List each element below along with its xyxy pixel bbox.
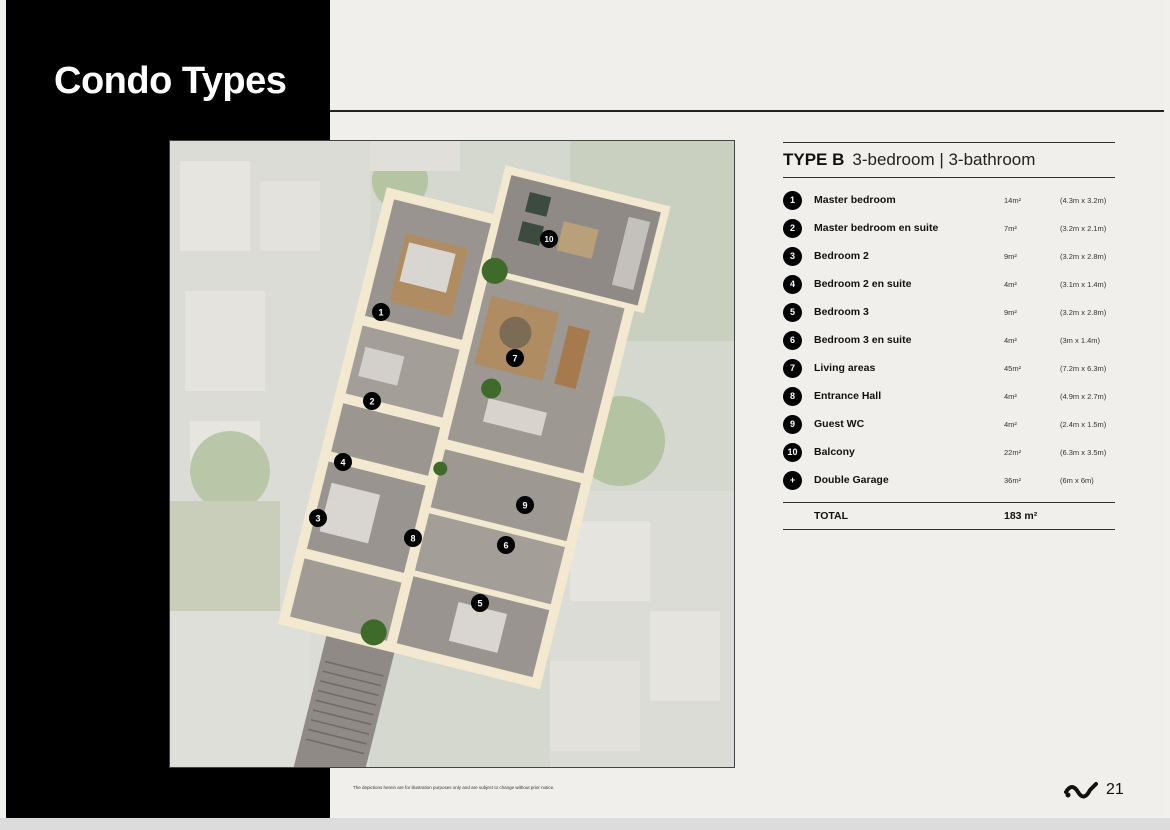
svg-text:8: 8 bbox=[410, 534, 415, 544]
room-list: 1 Master bedroom 14m² (4.3m x 3.2m) 2 Master… bbox=[783, 178, 1115, 494]
room-dimensions: (2.4m x 1.5m) bbox=[1060, 419, 1107, 429]
room-dimensions: (6.3m x 3.5m) bbox=[1060, 447, 1107, 457]
room-name: Bedroom 2 en suite bbox=[814, 278, 912, 290]
disclaimer-text: The depictions herein are for illustrati… bbox=[353, 785, 555, 790]
room-number-badge: 3 bbox=[783, 246, 802, 266]
total-row: TOTAL 183 m² bbox=[783, 503, 1115, 529]
floor-plan-image: 1 2 3 4 5 6 7 8 9 10 bbox=[169, 140, 735, 768]
room-number-badge: 4 bbox=[783, 274, 802, 294]
room-name: Bedroom 3 bbox=[814, 306, 869, 318]
svg-text:1: 1 bbox=[378, 308, 383, 318]
room-dimensions: (7.2m x 6.3m) bbox=[1060, 363, 1107, 373]
room-row: 10 Balcony 22m² (6.3m x 3.5m) bbox=[783, 438, 1115, 466]
room-row: 4 Bedroom 2 en suite 4m² (3.1m x 1.4m) bbox=[783, 270, 1115, 298]
room-number-badge: 1 bbox=[783, 190, 802, 210]
svg-text:10: 10 bbox=[545, 235, 554, 244]
header-rule bbox=[330, 110, 1164, 112]
room-row: 2 Master bedroom en suite 7m² (3.2m x 2.1m) bbox=[783, 214, 1115, 242]
page-title: Condo Types bbox=[54, 60, 287, 102]
room-area: 4m² bbox=[1004, 391, 1017, 401]
svg-text:6: 6 bbox=[503, 541, 508, 551]
bottom-strip bbox=[0, 818, 1170, 830]
room-marker: 4 bbox=[334, 453, 352, 471]
svg-text:3: 3 bbox=[315, 514, 320, 524]
room-marker: 2 bbox=[363, 392, 381, 410]
room-number-badge: 5 bbox=[783, 302, 802, 322]
page: Condo Types 1 2 3 4 5 6 7 8 9 10 TYPE B … bbox=[6, 0, 1164, 818]
room-area: 22m² bbox=[1004, 447, 1022, 457]
room-dimensions: (4.3m x 3.2m) bbox=[1060, 195, 1107, 205]
room-marker: 1 bbox=[372, 303, 390, 321]
room-marker: 6 bbox=[497, 536, 515, 554]
page-number: 21 bbox=[1106, 781, 1124, 798]
room-dimensions: (3.2m x 2.8m) bbox=[1060, 251, 1107, 261]
room-row: 6 Bedroom 3 en suite 4m² (3m x 1.4m) bbox=[783, 326, 1115, 354]
room-area: 7m² bbox=[1004, 223, 1017, 233]
total-value: 183 m² bbox=[1004, 510, 1038, 522]
room-row: 3 Bedroom 2 9m² (3.2m x 2.8m) bbox=[783, 242, 1115, 270]
svg-text:4: 4 bbox=[340, 458, 345, 468]
room-row: 7 Living areas 45m² (7.2m x 6.3m) bbox=[783, 354, 1115, 382]
room-area: 45m² bbox=[1004, 363, 1022, 373]
svg-text:5: 5 bbox=[477, 599, 482, 609]
room-marker: 7 bbox=[506, 349, 524, 367]
room-name: Balcony bbox=[814, 446, 855, 458]
room-area: 4m² bbox=[1004, 279, 1017, 289]
room-area: 9m² bbox=[1004, 251, 1017, 261]
room-row: 9 Guest WC 4m² (2.4m x 1.5m) bbox=[783, 410, 1115, 438]
room-number-badge: 6 bbox=[783, 330, 802, 350]
room-name: Bedroom 3 en suite bbox=[814, 334, 912, 346]
room-marker: 3 bbox=[309, 509, 327, 527]
svg-text:2: 2 bbox=[369, 397, 374, 407]
room-dimensions: (3.2m x 2.1m) bbox=[1060, 223, 1107, 233]
svg-text:9: 9 bbox=[522, 501, 527, 511]
room-row: 1 Master bedroom 14m² (4.3m x 3.2m) bbox=[783, 186, 1115, 214]
room-area: 4m² bbox=[1004, 419, 1017, 429]
room-dimensions: (4.9m x 2.7m) bbox=[1060, 391, 1107, 401]
room-number-badge: 10 bbox=[783, 442, 802, 462]
room-name: Double Garage bbox=[814, 474, 889, 486]
schedule-header: TYPE B 3-bedroom | 3-bathroom bbox=[783, 143, 1115, 177]
room-name: Bedroom 2 bbox=[814, 250, 869, 262]
room-dimensions: (6m x 6m) bbox=[1060, 475, 1094, 485]
room-row: 8 Entrance Hall 4m² (4.9m x 2.7m) bbox=[783, 382, 1115, 410]
room-marker: 5 bbox=[471, 594, 489, 612]
room-dimensions: (3.1m x 1.4m) bbox=[1060, 279, 1107, 289]
room-area: 14m² bbox=[1004, 195, 1022, 205]
room-name: Living areas bbox=[814, 362, 876, 374]
condo-type-label: TYPE B bbox=[783, 150, 845, 169]
room-marker: 10 bbox=[540, 230, 558, 248]
room-area: 9m² bbox=[1004, 307, 1017, 317]
total-label: TOTAL bbox=[814, 510, 849, 522]
room-schedule: TYPE B 3-bedroom | 3-bathroom 1 Master be… bbox=[783, 142, 1115, 530]
room-name: Master bedroom bbox=[814, 194, 896, 206]
room-number-badge: + bbox=[783, 470, 802, 490]
brand-logo-icon bbox=[1064, 780, 1098, 805]
room-name: Master bedroom en suite bbox=[814, 222, 939, 234]
room-row: 5 Bedroom 3 9m² (3.2m x 2.8m) bbox=[783, 298, 1115, 326]
room-number-badge: 9 bbox=[783, 414, 802, 434]
room-dimensions: (3.2m x 2.8m) bbox=[1060, 307, 1107, 317]
divider bbox=[783, 529, 1115, 530]
condo-type-subtitle: 3-bedroom | 3-bathroom bbox=[852, 150, 1036, 169]
room-row: + Double Garage 36m² (6m x 6m) bbox=[783, 466, 1115, 494]
room-number-badge: 8 bbox=[783, 386, 802, 406]
room-marker: 8 bbox=[404, 529, 422, 547]
room-area: 36m² bbox=[1004, 475, 1022, 485]
room-area: 4m² bbox=[1004, 335, 1017, 345]
room-number-badge: 7 bbox=[783, 358, 802, 378]
room-number-badge: 2 bbox=[783, 218, 802, 238]
room-name: Entrance Hall bbox=[814, 390, 882, 402]
room-marker: 9 bbox=[516, 496, 534, 514]
room-name: Guest WC bbox=[814, 418, 865, 430]
svg-text:7: 7 bbox=[512, 354, 517, 364]
room-dimensions: (3m x 1.4m) bbox=[1060, 335, 1101, 345]
